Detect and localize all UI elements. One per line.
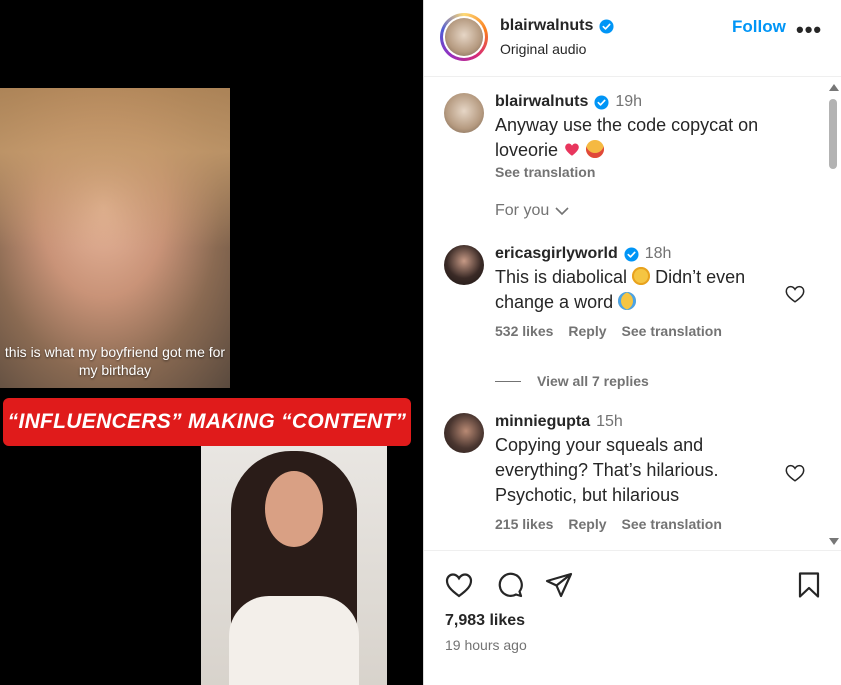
comment-username[interactable]: blairwalnuts	[495, 93, 588, 111]
audio-label[interactable]: Original audio	[500, 41, 586, 57]
comment-username[interactable]: minniegupta	[495, 413, 590, 431]
comment-text: Anyway use the code copycat on loveorie	[495, 115, 759, 160]
video-banner: “INFLUENCERS” MAKING “CONTENT”	[3, 398, 411, 446]
video-player[interactable]: this is what my boyfriend got me for my …	[0, 0, 423, 685]
like-comment-heart-icon[interactable]	[784, 283, 806, 305]
verified-icon	[594, 94, 609, 110]
comments-list[interactable]: blairwalnuts 19h Anyway use the code cop…	[424, 77, 841, 550]
crying-emoji-icon	[618, 292, 637, 310]
scroll-up-arrow[interactable]	[829, 84, 839, 91]
comment-likes[interactable]: 215 likes	[495, 516, 553, 532]
avatar[interactable]	[444, 245, 484, 285]
more-icon[interactable]: •••	[796, 19, 822, 41]
post-likes-count[interactable]: 7,983 likes	[445, 612, 525, 630]
see-translation-link[interactable]: See translation	[495, 164, 765, 180]
bookmark-icon[interactable]	[794, 570, 824, 600]
comment-text-a: This is diabolical	[495, 267, 628, 287]
comment-likes[interactable]: 532 likes	[495, 323, 553, 339]
scroll-down-arrow[interactable]	[829, 538, 839, 545]
author-username[interactable]: blairwalnuts	[500, 17, 593, 35]
laughing-emoji-icon	[632, 267, 651, 285]
comment-username[interactable]: ericasgirlyworld	[495, 245, 618, 263]
post-timestamp[interactable]: 19 hours ago	[445, 637, 527, 653]
follow-button[interactable]: Follow	[732, 17, 786, 37]
comments-scrollbar[interactable]	[826, 80, 840, 548]
comment-text: Copying your squeals and everything? Tha…	[495, 435, 719, 505]
view-replies-button[interactable]: View all 7 replies	[495, 373, 649, 389]
reply-button[interactable]: Reply	[568, 516, 606, 532]
see-translation-link[interactable]: See translation	[622, 323, 722, 339]
face-emoji-icon	[586, 140, 605, 158]
verified-icon	[599, 18, 614, 34]
heart-icon[interactable]	[444, 570, 474, 600]
post-header: blairwalnuts Original audio Follow •••	[424, 0, 841, 77]
comment-time: 18h	[644, 245, 672, 262]
reply-button[interactable]: Reply	[568, 323, 606, 339]
post-panel: blairwalnuts Original audio Follow ••• b…	[423, 0, 841, 685]
comment-icon[interactable]	[495, 570, 525, 600]
video-caption: this is what my boyfriend got me for my …	[4, 344, 226, 378]
author-avatar[interactable]	[440, 13, 488, 61]
scroll-thumb[interactable]	[829, 99, 837, 169]
verified-icon	[624, 246, 639, 262]
see-translation-link[interactable]: See translation	[622, 516, 722, 532]
comment-time: 15h	[596, 413, 623, 430]
chevron-down-icon	[555, 207, 569, 216]
comment-time: 19h	[615, 93, 643, 110]
like-comment-heart-icon[interactable]	[784, 462, 806, 484]
video-clip-bottom	[201, 446, 387, 685]
avatar[interactable]	[444, 413, 484, 453]
avatar[interactable]	[444, 93, 484, 133]
share-icon[interactable]	[544, 570, 574, 600]
heart-emoji-icon	[565, 143, 579, 156]
comment-sort-dropdown[interactable]: For you	[495, 202, 569, 220]
